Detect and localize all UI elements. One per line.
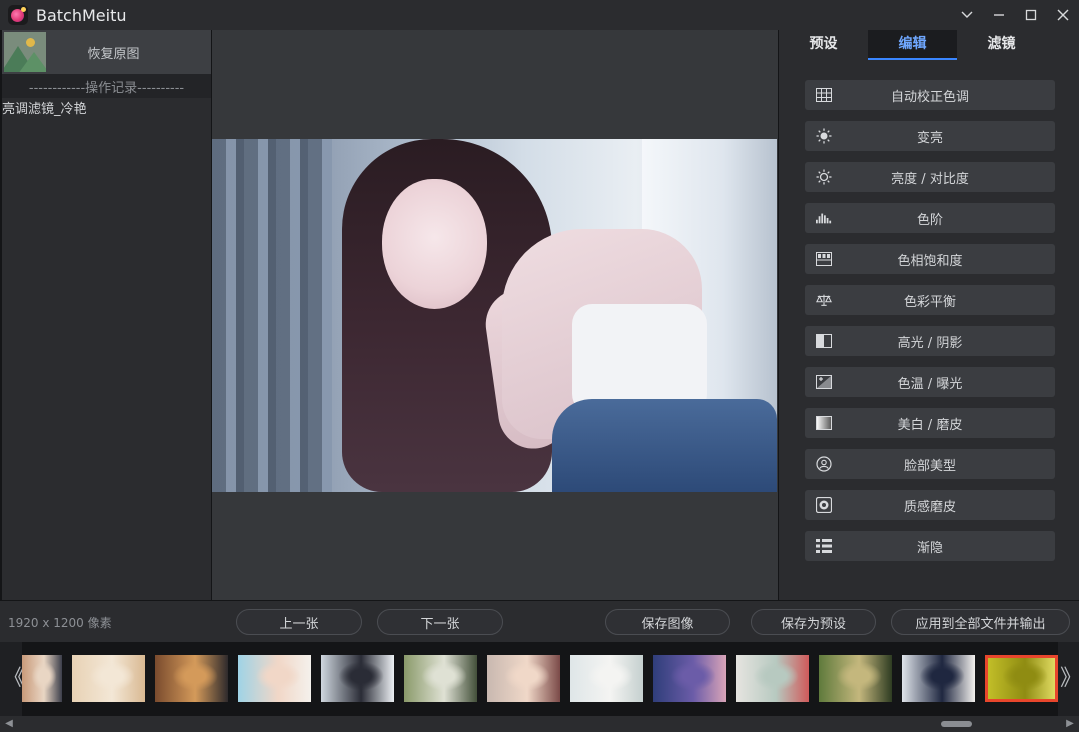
scale-icon (816, 292, 832, 308)
panel-tabs: 预设 编辑 滤镜 (779, 30, 1079, 60)
half-square-icon (816, 333, 832, 349)
filmstrip-right-arrow-icon[interactable]: 》 (1060, 662, 1079, 696)
tool-label: 高光 / 阴影 (897, 335, 963, 351)
restore-original-button[interactable]: 恢复原图 (2, 30, 211, 74)
image-canvas (212, 30, 778, 600)
filmstrip-thumbnail[interactable] (487, 655, 560, 702)
maximize-icon[interactable] (1015, 0, 1047, 30)
close-icon[interactable] (1047, 0, 1079, 30)
apply-all-export-button[interactable]: 应用到全部文件并输出 (891, 609, 1070, 635)
chevron-down-icon[interactable] (951, 0, 983, 30)
tool-button[interactable]: 美白 / 磨皮 (805, 408, 1055, 438)
image-size-label: 1920 x 1200 像素 (8, 616, 112, 630)
tool-label: 亮度 / 对比度 (891, 171, 969, 187)
filmstrip-thumbnail[interactable] (736, 655, 809, 702)
filmstrip-thumbnail[interactable] (238, 655, 311, 702)
history-list: 亮调滤镜_冷艳 (2, 98, 211, 122)
tool-label: 色温 / 曝光 (897, 376, 963, 392)
filmstrip-left-arrow-icon[interactable]: 《 (3, 662, 25, 696)
list-icon (816, 538, 832, 554)
scroll-right-icon[interactable]: ▶ (1063, 716, 1077, 732)
restore-original-label: 恢复原图 (87, 46, 140, 62)
tool-label: 渐隐 (916, 540, 943, 556)
history-header: ------------操作记录---------- (2, 74, 211, 98)
image-placeholder-icon (4, 32, 46, 72)
histogram-icon (816, 210, 832, 226)
sun-icon (816, 128, 832, 144)
sun-outline-icon (816, 169, 832, 185)
tool-button[interactable]: 色温 / 曝光 (805, 367, 1055, 397)
app-logo-icon (8, 5, 28, 25)
tool-button[interactable]: 高光 / 阴影 (805, 326, 1055, 356)
tools-panel: 预设 编辑 滤镜 自动校正色调 变亮亮度 / 对比度 色阶色相饱和度色彩平衡高光 / 阴… (778, 30, 1079, 600)
tool-label: 色相饱和度 (897, 253, 963, 269)
next-image-button[interactable]: 下一张 (377, 609, 503, 635)
edit-tools-list: 自动校正色调 变亮亮度 / 对比度 色阶色相饱和度色彩平衡高光 / 阴影 色温 / 曝… (805, 80, 1055, 572)
tool-label: 脸部美型 (903, 458, 956, 474)
tool-label: 色彩平衡 (903, 294, 956, 310)
tool-label: 美白 / 磨皮 (897, 417, 963, 433)
filmstrip-thumbnail[interactable] (653, 655, 726, 702)
tool-button[interactable]: 变亮 (805, 121, 1055, 151)
filmstrip-thumbnail[interactable] (404, 655, 477, 702)
history-panel: 恢复原图 ------------操作记录---------- 亮调滤镜_冷艳 (0, 30, 212, 600)
filmstrip-thumbnail[interactable] (985, 655, 1058, 702)
tool-button[interactable]: 色相饱和度 (805, 244, 1055, 274)
window-controls (951, 0, 1079, 30)
gradient-square-icon (816, 415, 832, 431)
filmstrip-thumbnail[interactable] (155, 655, 228, 702)
filmstrip-track (22, 642, 1058, 716)
tool-button[interactable]: 渐隐 (805, 531, 1055, 561)
horizontal-scrollbar[interactable]: ◀ ▶ (0, 716, 1079, 732)
filmstrip: 《 》 (0, 642, 1079, 716)
preview-photo[interactable] (212, 139, 777, 492)
filmstrip-thumbnail[interactable] (570, 655, 643, 702)
filmstrip-thumbnail[interactable] (819, 655, 892, 702)
tool-button[interactable]: 脸部美型 (805, 449, 1055, 479)
grid-icon (816, 87, 832, 103)
tool-label: 色阶 (916, 212, 943, 228)
title-bar: BatchMeitu (0, 0, 1079, 30)
bottom-bar: 1920 x 1200 像素 上一张 下一张 保存图像 保存为预设 应用到全部文… (0, 600, 1079, 642)
history-item[interactable]: 亮调滤镜_冷艳 (2, 98, 211, 122)
exposure-icon (816, 374, 832, 390)
scroll-left-icon[interactable]: ◀ (2, 716, 16, 732)
filmstrip-thumbnail[interactable] (72, 655, 145, 702)
save-preset-button[interactable]: 保存为预设 (751, 609, 876, 635)
previous-image-button[interactable]: 上一张 (236, 609, 362, 635)
tool-label: 变亮 (916, 130, 943, 146)
minimize-icon[interactable] (983, 0, 1015, 30)
tool-button[interactable]: 质感磨皮 (805, 490, 1055, 520)
save-image-button[interactable]: 保存图像 (605, 609, 730, 635)
tool-button[interactable]: 色彩平衡 (805, 285, 1055, 315)
tab-1[interactable]: 编辑 (868, 30, 957, 60)
app-title: BatchMeitu (36, 5, 127, 25)
tool-button[interactable]: 自动校正色调 (805, 80, 1055, 110)
tab-2[interactable]: 滤镜 (957, 30, 1046, 60)
filmstrip-thumbnail[interactable] (902, 655, 975, 702)
tab-0[interactable]: 预设 (779, 30, 868, 60)
filmstrip-thumbnail[interactable] (22, 655, 62, 702)
tool-button[interactable]: 亮度 / 对比度 (805, 162, 1055, 192)
tool-button[interactable]: 色阶 (805, 203, 1055, 233)
tool-label: 自动校正色调 (890, 89, 969, 105)
tool-label: 质感磨皮 (903, 499, 956, 515)
palette-icon (816, 251, 832, 267)
face-icon (816, 456, 832, 472)
texture-icon (816, 497, 832, 513)
filmstrip-thumbnail[interactable] (321, 655, 394, 702)
scrollbar-thumb[interactable] (941, 721, 972, 727)
